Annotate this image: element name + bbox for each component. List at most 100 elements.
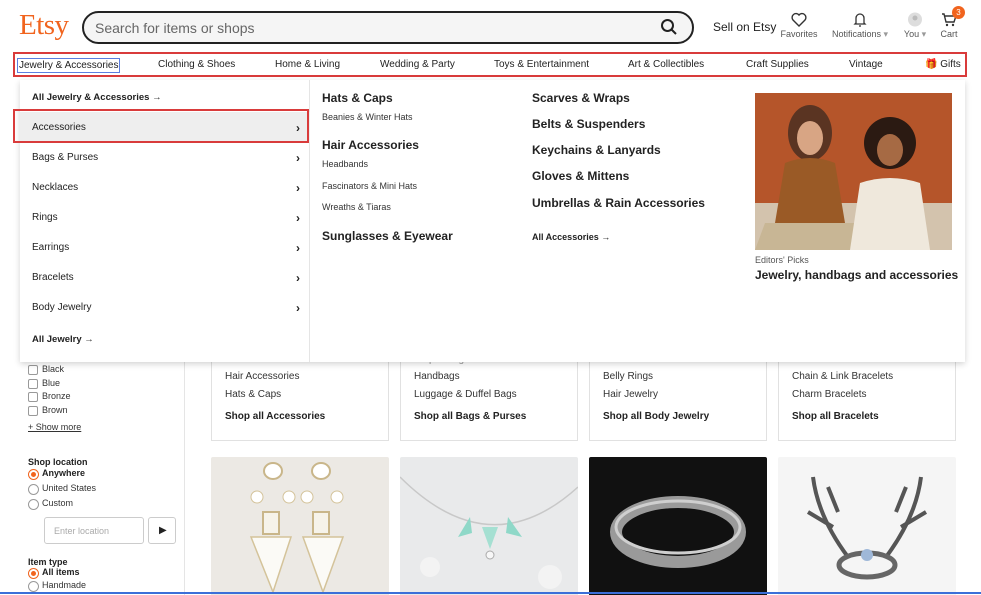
- notifications-button[interactable]: Notifications ▾: [829, 12, 891, 40]
- all-accessories-link[interactable]: All Accessories →: [532, 232, 610, 242]
- search-bar[interactable]: Search for items or shops: [82, 11, 694, 44]
- checkbox[interactable]: [28, 365, 38, 375]
- radio[interactable]: [28, 568, 39, 579]
- category-card-body-jewelry: Arm Bands Belly Rings Hair Jewelry Shop …: [589, 354, 767, 441]
- checkbox[interactable]: [28, 405, 38, 416]
- card-link[interactable]: Hair Jewelry: [603, 389, 658, 400]
- filter-label: Black: [42, 364, 65, 374]
- card-link[interactable]: Handbags: [414, 371, 460, 382]
- subcat-sunglasses[interactable]: Sunglasses & Eyewear: [322, 229, 453, 243]
- nav-craft-supplies[interactable]: Craft Supplies: [746, 59, 809, 70]
- search-input[interactable]: Search for items or shops: [95, 20, 255, 36]
- nav-art-collectibles[interactable]: Art & Collectibles: [628, 59, 704, 70]
- radio[interactable]: [28, 469, 39, 480]
- subcat-beanies[interactable]: Beanies & Winter Hats: [322, 112, 413, 122]
- shop-all-link[interactable]: Shop all Body Jewelry: [603, 411, 709, 422]
- you-button[interactable]: You ▾: [900, 12, 930, 40]
- subcat-fascinators[interactable]: Fascinators & Mini Hats: [322, 181, 417, 191]
- product-image-necklace[interactable]: [400, 457, 578, 595]
- menu-item-label: Necklaces: [32, 182, 79, 193]
- subcat-hats-caps[interactable]: Hats & Caps: [322, 91, 393, 105]
- menu-item-earrings[interactable]: Earrings ›: [20, 232, 310, 262]
- location-anywhere[interactable]: Anywhere: [28, 468, 188, 483]
- menu-item-label: Bracelets: [32, 272, 74, 283]
- shop-all-link[interactable]: Shop all Bracelets: [792, 411, 879, 422]
- search-icon[interactable]: [660, 18, 678, 36]
- subcat-headbands[interactable]: Headbands: [322, 159, 368, 169]
- subcat-belts-suspenders[interactable]: Belts & Suspenders: [532, 117, 645, 131]
- shop-all-link[interactable]: Shop all Accessories: [225, 411, 325, 422]
- menu-item-necklaces[interactable]: Necklaces ›: [20, 172, 310, 202]
- color-filter-brown[interactable]: Brown: [28, 405, 188, 419]
- location-united-states[interactable]: United States: [28, 483, 188, 498]
- menu-item-label: Bags & Purses: [32, 152, 99, 163]
- shop-all-link[interactable]: Shop all Bags & Purses: [414, 411, 526, 422]
- all-jewelry-accessories-link[interactable]: All Jewelry & Accessories →: [20, 82, 310, 112]
- nav-gifts[interactable]: 🎁 Gifts: [925, 59, 961, 70]
- card-link[interactable]: Hair Accessories: [225, 371, 299, 382]
- highlight-accessories: [13, 109, 309, 143]
- filter-label: Bronze: [42, 391, 71, 401]
- filter-label: Blue: [42, 377, 61, 388]
- color-filter-bronze[interactable]: Bronze: [28, 391, 188, 405]
- cart-count-badge: 3: [952, 6, 965, 19]
- color-filter-black[interactable]: Black: [28, 364, 188, 378]
- product-image-ring[interactable]: [589, 457, 767, 595]
- color-filter-blue[interactable]: Blue: [28, 378, 188, 392]
- editors-picks-image[interactable]: [755, 93, 952, 250]
- card-link[interactable]: Belly Rings: [603, 371, 653, 382]
- all-jewelry-link[interactable]: All Jewelry →: [20, 324, 310, 354]
- subcat-umbrellas[interactable]: Umbrellas & Rain Accessories: [532, 196, 705, 210]
- location-custom[interactable]: Custom: [28, 498, 188, 513]
- notifications-label: Notifications: [831, 29, 881, 39]
- editors-picks-title[interactable]: Jewelry, handbags and accessories: [755, 268, 958, 282]
- gift-icon: 🎁: [925, 59, 938, 70]
- cart-label: Cart: [940, 29, 958, 39]
- chevron-right-icon: ›: [296, 301, 300, 315]
- item-type-all[interactable]: All items: [28, 567, 188, 580]
- card-link[interactable]: Hats & Caps: [225, 389, 281, 400]
- subcat-wreaths-tiaras[interactable]: Wreaths & Tiaras: [322, 202, 391, 212]
- nav-toys-entertainment[interactable]: Toys & Entertainment: [494, 59, 589, 70]
- arrow-right-icon: →: [152, 92, 162, 103]
- show-more-link[interactable]: + Show more: [28, 422, 188, 432]
- location-submit-button[interactable]: ▶: [148, 517, 176, 544]
- item-type-heading: Item type: [28, 557, 68, 567]
- filter-label: Brown: [42, 404, 68, 415]
- menu-item-rings[interactable]: Rings ›: [20, 202, 310, 232]
- subcat-keychains[interactable]: Keychains & Lanyards: [532, 143, 661, 157]
- chevron-right-icon: ›: [296, 241, 300, 255]
- menu-item-body-jewelry[interactable]: Body Jewelry ›: [20, 292, 310, 322]
- card-link[interactable]: Charm Bracelets: [792, 389, 866, 400]
- subcat-hair-accessories[interactable]: Hair Accessories: [322, 138, 419, 152]
- favorites-label: Favorites: [780, 29, 818, 39]
- location-input[interactable]: Enter location: [44, 517, 144, 544]
- sell-on-etsy-link[interactable]: Sell on Etsy: [713, 20, 776, 34]
- nav-jewelry-accessories[interactable]: Jewelry & Accessories: [17, 58, 121, 73]
- chevron-down-icon: ▾: [881, 29, 889, 39]
- card-link[interactable]: Chain & Link Bracelets: [792, 371, 893, 382]
- bottom-edge-line: [0, 592, 981, 594]
- checkbox[interactable]: [28, 392, 38, 402]
- play-icon: ▶: [159, 525, 167, 536]
- menu-item-bracelets[interactable]: Bracelets ›: [20, 262, 310, 292]
- product-image-earrings[interactable]: [211, 457, 389, 595]
- radio[interactable]: [28, 581, 39, 592]
- etsy-logo[interactable]: Etsy: [19, 9, 69, 42]
- nav-home-living[interactable]: Home & Living: [275, 59, 340, 70]
- subcat-gloves-mittens[interactable]: Gloves & Mittens: [532, 169, 629, 183]
- checkbox[interactable]: [28, 378, 38, 389]
- subcat-scarves-wraps[interactable]: Scarves & Wraps: [532, 91, 630, 105]
- radio-label: Handmade: [42, 580, 87, 590]
- favorites-button[interactable]: Favorites: [780, 12, 818, 39]
- menu-item-bags-purses[interactable]: Bags & Purses ›: [20, 142, 310, 172]
- link-label: All Accessories: [532, 232, 599, 242]
- nav-wedding-party[interactable]: Wedding & Party: [380, 59, 455, 70]
- card-link[interactable]: Luggage & Duffel Bags: [414, 389, 517, 400]
- nav-clothing-shoes[interactable]: Clothing & Shoes: [158, 59, 235, 70]
- nav-vintage[interactable]: Vintage: [849, 59, 883, 70]
- product-image-antler-ring[interactable]: [778, 457, 956, 595]
- radio-label: United States: [42, 483, 97, 493]
- radio[interactable]: [28, 484, 39, 495]
- radio[interactable]: [28, 499, 39, 510]
